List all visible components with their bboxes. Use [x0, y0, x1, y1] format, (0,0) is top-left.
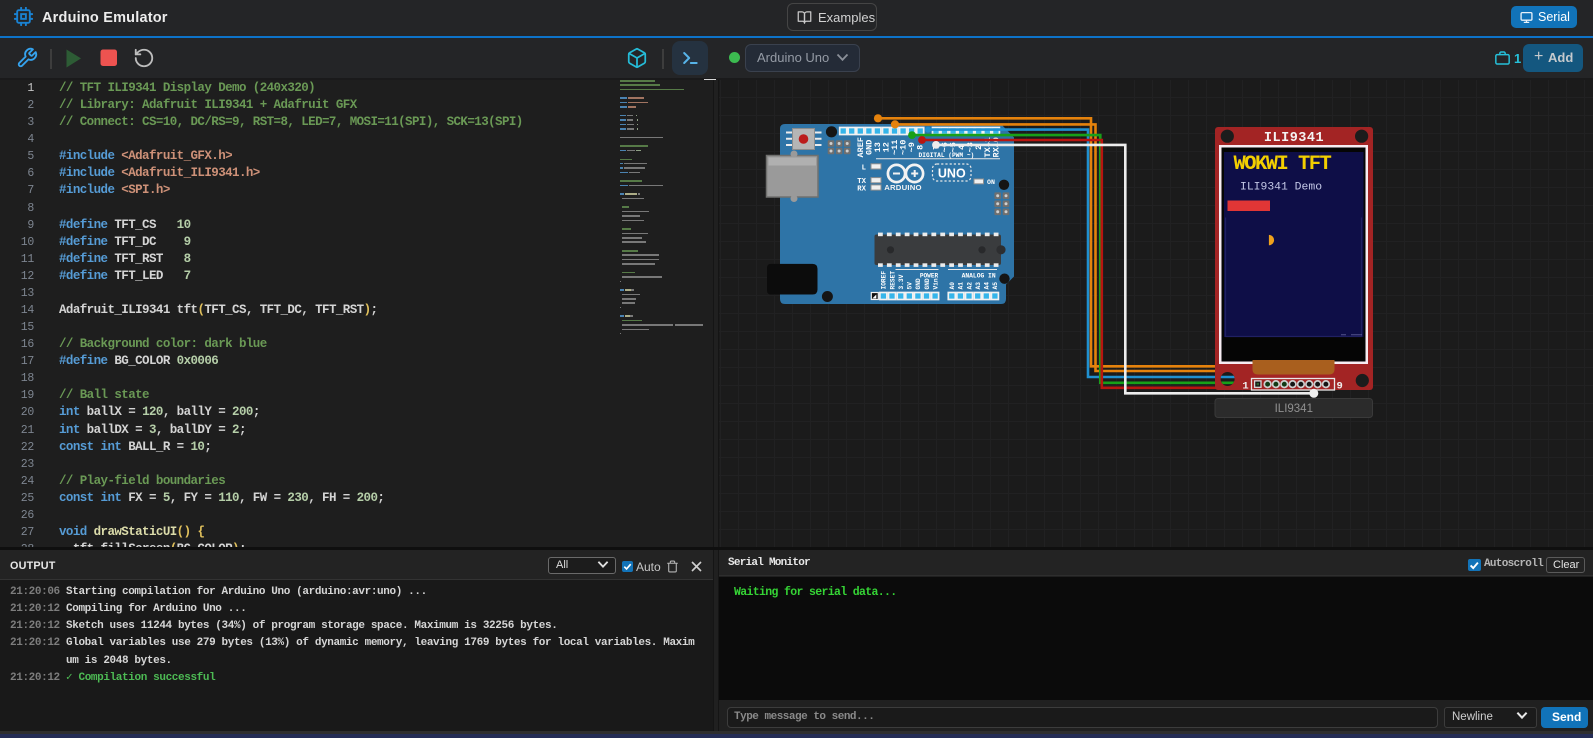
svg-text:UNO: UNO [938, 166, 966, 180]
svg-text:ILI9341: ILI9341 [1264, 131, 1324, 146]
svg-text:TX: TX [857, 178, 866, 186]
svg-text:A2: A2 [966, 282, 973, 290]
svg-text:A4: A4 [984, 282, 991, 290]
svg-text:Vin: Vin [932, 278, 939, 289]
svg-text:5V: 5V [907, 282, 914, 290]
svg-text:3.3V: 3.3V [898, 274, 905, 289]
svg-text:ON: ON [987, 179, 995, 186]
svg-text:RX: RX [857, 186, 866, 194]
svg-text:L: L [862, 164, 866, 172]
svg-text:DIGITAL (PWM ~): DIGITAL (PWM ~) [919, 152, 975, 159]
svg-text:A3: A3 [975, 282, 982, 290]
svg-text:ILI9341: ILI9341 [1275, 403, 1313, 415]
svg-text:ARDUINO: ARDUINO [884, 183, 922, 192]
svg-text:ILI9341 Demo: ILI9341 Demo [1240, 182, 1322, 194]
svg-text:ANALOG IN: ANALOG IN [962, 272, 996, 279]
svg-text:WOKWI TFT: WOKWI TFT [1234, 153, 1332, 176]
svg-text:A1: A1 [958, 282, 965, 290]
svg-text:RESET: RESET [889, 271, 896, 290]
svg-text:A0: A0 [949, 282, 956, 290]
svg-text:GND: GND [924, 278, 931, 289]
svg-text:POWER: POWER [920, 272, 939, 279]
svg-text:8: 8 [916, 145, 926, 150]
svg-text:IOREF: IOREF [881, 271, 888, 290]
svg-text:A5: A5 [992, 282, 999, 290]
svg-text:1: 1 [1242, 380, 1248, 392]
svg-text:9: 9 [1337, 380, 1343, 392]
svg-text:GND: GND [915, 278, 922, 289]
